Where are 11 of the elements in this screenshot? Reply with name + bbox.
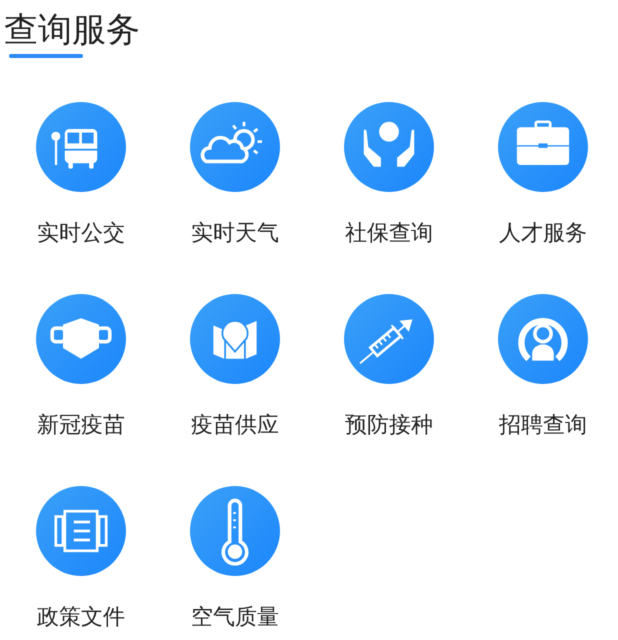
service-label[interactable]: 疫苗供应: [191, 410, 279, 440]
service-label[interactable]: 预防接种: [345, 410, 433, 440]
service-label[interactable]: 招聘查询: [499, 410, 587, 440]
service-label[interactable]: 实时公交: [37, 218, 125, 248]
service-label[interactable]: 空气质量: [191, 602, 279, 632]
service-label[interactable]: 新冠疫苗: [37, 410, 125, 440]
service-label[interactable]: 人才服务: [499, 218, 587, 248]
service-label[interactable]: 政策文件: [37, 602, 125, 632]
service-label[interactable]: 社保查询: [345, 218, 433, 248]
service-label[interactable]: 实时天气: [191, 218, 279, 248]
section-title: 查询服务: [4, 9, 140, 52]
